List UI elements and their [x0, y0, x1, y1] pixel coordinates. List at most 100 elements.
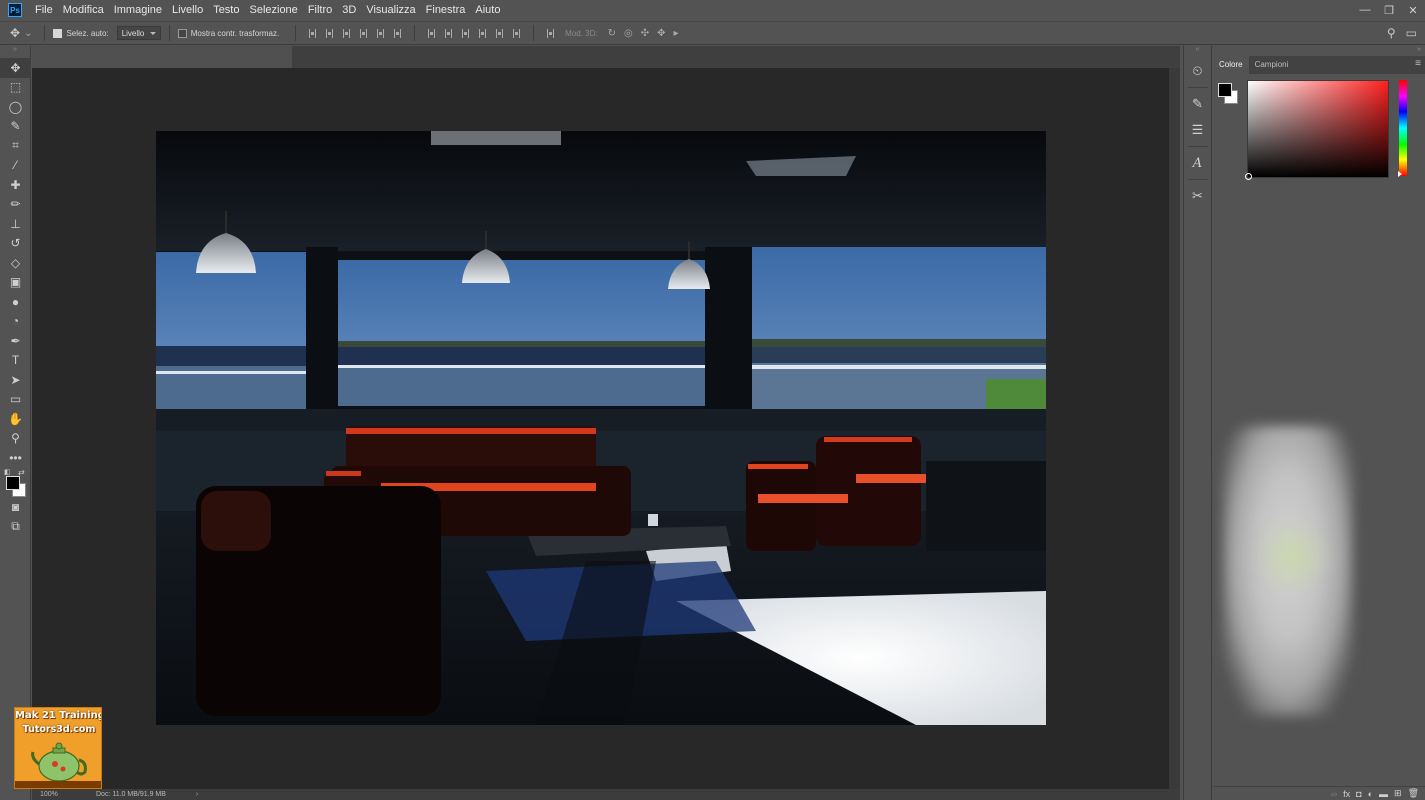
clone-stamp-tool-icon[interactable]: ⊥ [0, 214, 31, 234]
zoom-level[interactable]: 100% [40, 791, 92, 798]
menu-livello[interactable]: Livello [167, 0, 208, 20]
new-layer-icon[interactable]: ⊞ [1394, 788, 1402, 799]
menu-filtro[interactable]: Filtro [303, 0, 337, 20]
hand-tool-icon[interactable]: ✋ [0, 409, 31, 429]
distribute-right-icon[interactable] [513, 28, 521, 38]
toolbar-collapse-grip[interactable]: » [0, 46, 30, 58]
workspace-icon[interactable]: ▭ [1406, 26, 1417, 40]
new-group-icon[interactable]: ▬ [1379, 789, 1388, 799]
healing-brush-tool-icon[interactable]: ✚ [0, 175, 31, 195]
status-bar: 100% Doc: 11.0 MB/91.9 MB › [32, 789, 1180, 800]
auto-select-target-dropdown[interactable]: Livello [116, 26, 161, 40]
auto-select-checkbox[interactable] [53, 28, 63, 38]
hue-slider-marker[interactable] [1398, 171, 1402, 177]
status-menu-arrow-icon[interactable]: › [196, 791, 198, 798]
hue-slider[interactable] [1398, 80, 1407, 177]
tab-colore[interactable]: Colore [1213, 56, 1249, 74]
adjustments-icon[interactable]: ☰ [1184, 117, 1211, 143]
distribute-hcenter-icon[interactable] [496, 28, 504, 38]
zoom-tool-icon[interactable]: ⚲ [0, 429, 31, 449]
brush-settings-icon[interactable]: ✎ [1184, 91, 1211, 117]
color-field-cursor[interactable] [1245, 173, 1252, 180]
distribute-left-icon[interactable] [479, 28, 487, 38]
quick-selection-tool-icon[interactable]: ✎ [0, 117, 31, 137]
distribute-top-icon[interactable] [428, 28, 436, 38]
path-selection-tool-icon[interactable]: ➤ [0, 370, 31, 390]
align-bottom-icon[interactable] [343, 28, 351, 38]
brush-tool-icon[interactable]: ✏ [0, 195, 31, 215]
menu-immagine[interactable]: Immagine [109, 0, 167, 20]
lasso-tool-icon[interactable]: ◯ [0, 97, 31, 117]
divider [1187, 146, 1208, 147]
slide-3d-icon[interactable]: ✥ [657, 28, 665, 39]
vertical-scrollbar[interactable] [1169, 68, 1180, 789]
character-icon[interactable]: A [1184, 150, 1211, 176]
panel-strip-grip[interactable]: « [1184, 46, 1211, 58]
screen-mode-tool-icon[interactable]: ⧉ [0, 517, 31, 537]
dodge-tool-icon[interactable]: ◔ [0, 312, 31, 332]
delete-layer-icon[interactable]: 🗑 [1408, 788, 1419, 799]
menu-visualizza[interactable]: Visualizza [361, 0, 420, 20]
tools-preset-icon[interactable]: ✂ [1184, 183, 1211, 209]
history-brush-tool-icon[interactable]: ↺ [0, 234, 31, 254]
menu-modifica[interactable]: Modifica [58, 0, 109, 20]
distribute-vcenter-icon[interactable] [445, 28, 453, 38]
tab-campioni[interactable]: Campioni [1249, 56, 1295, 74]
align-top-icon[interactable] [309, 28, 317, 38]
divider [1187, 87, 1208, 88]
crop-tool-icon[interactable]: ⌗ [0, 136, 31, 156]
eraser-tool-icon[interactable]: ◇ [0, 253, 31, 273]
auto-align-icon[interactable] [547, 28, 555, 38]
minimize-button[interactable]: — [1353, 0, 1377, 20]
quick-mask-tool-icon[interactable]: ◙ [0, 498, 31, 518]
panel-foreground-swatch[interactable] [1218, 83, 1232, 97]
marquee-tool-icon[interactable]: ⬚ [0, 78, 31, 98]
move-tool-icon[interactable]: ✥ [0, 58, 31, 78]
divider [533, 25, 535, 41]
link-layers-icon[interactable]: ∞ [1331, 789, 1337, 799]
show-transform-label: Mostra contr. trasformaz. [190, 28, 280, 38]
menu-file[interactable]: File [30, 0, 58, 20]
canvas-area[interactable] [32, 68, 1169, 789]
restore-button[interactable]: ❐ [1377, 0, 1401, 20]
default-colors-icon[interactable]: ◧ [4, 468, 11, 476]
photoshop-logo-icon[interactable]: Ps [8, 3, 22, 17]
scale-3d-icon[interactable]: ▸ [674, 28, 679, 39]
history-icon[interactable]: ⏲ [1184, 58, 1211, 84]
chevron-down-icon[interactable]: ⌄ [24, 28, 32, 39]
align-horizontal-center-icon[interactable] [377, 28, 385, 38]
menu-aiuto[interactable]: Aiuto [470, 0, 505, 20]
pen-tool-icon[interactable]: ✒ [0, 331, 31, 351]
orbit-3d-icon[interactable]: ↻ [608, 28, 616, 39]
rectangle-tool-icon[interactable]: ▭ [0, 390, 31, 410]
eyedropper-tool-icon[interactable]: ⁄ [0, 156, 31, 176]
align-left-icon[interactable] [360, 28, 368, 38]
panel-menu-icon[interactable]: ≡ [1415, 58, 1421, 69]
move-tool-preset-icon[interactable]: ✥ [10, 26, 20, 40]
gradient-tool-icon[interactable]: ▣ [0, 273, 31, 293]
type-tool-icon[interactable]: T [0, 351, 31, 371]
color-picker-field[interactable] [1245, 80, 1389, 180]
blur-tool-icon[interactable]: ● [0, 292, 31, 312]
add-mask-icon[interactable]: ◘ [1356, 789, 1361, 799]
align-vertical-center-icon[interactable] [326, 28, 334, 38]
rendered-interior-image[interactable] [156, 131, 1046, 725]
roll-3d-icon[interactable]: ◎ [624, 28, 633, 39]
layer-style-icon[interactable]: fx [1343, 789, 1350, 799]
search-icon[interactable]: ⚲ [1387, 26, 1396, 40]
foreground-color-swatch[interactable] [6, 475, 20, 490]
more-tools-icon[interactable]: ••• [0, 448, 31, 468]
menu-testo[interactable]: Testo [208, 0, 244, 20]
menu-3d[interactable]: 3D [337, 0, 361, 20]
align-right-icon[interactable] [394, 28, 402, 38]
menu-finestra[interactable]: Finestra [421, 0, 471, 20]
close-button[interactable]: ✕ [1401, 0, 1425, 20]
foreground-background-colors[interactable]: ◧ ⇄ [0, 468, 31, 498]
menu-selezione[interactable]: Selezione [244, 0, 302, 20]
show-transform-checkbox[interactable] [177, 28, 187, 38]
distribute-bottom-icon[interactable] [462, 28, 470, 38]
collapse-panels-icon[interactable]: » [1417, 46, 1421, 53]
document-tab[interactable] [32, 46, 292, 68]
pan-3d-icon[interactable]: ✣ [641, 28, 649, 39]
adjustment-layer-icon[interactable]: ◐ [1368, 789, 1373, 799]
